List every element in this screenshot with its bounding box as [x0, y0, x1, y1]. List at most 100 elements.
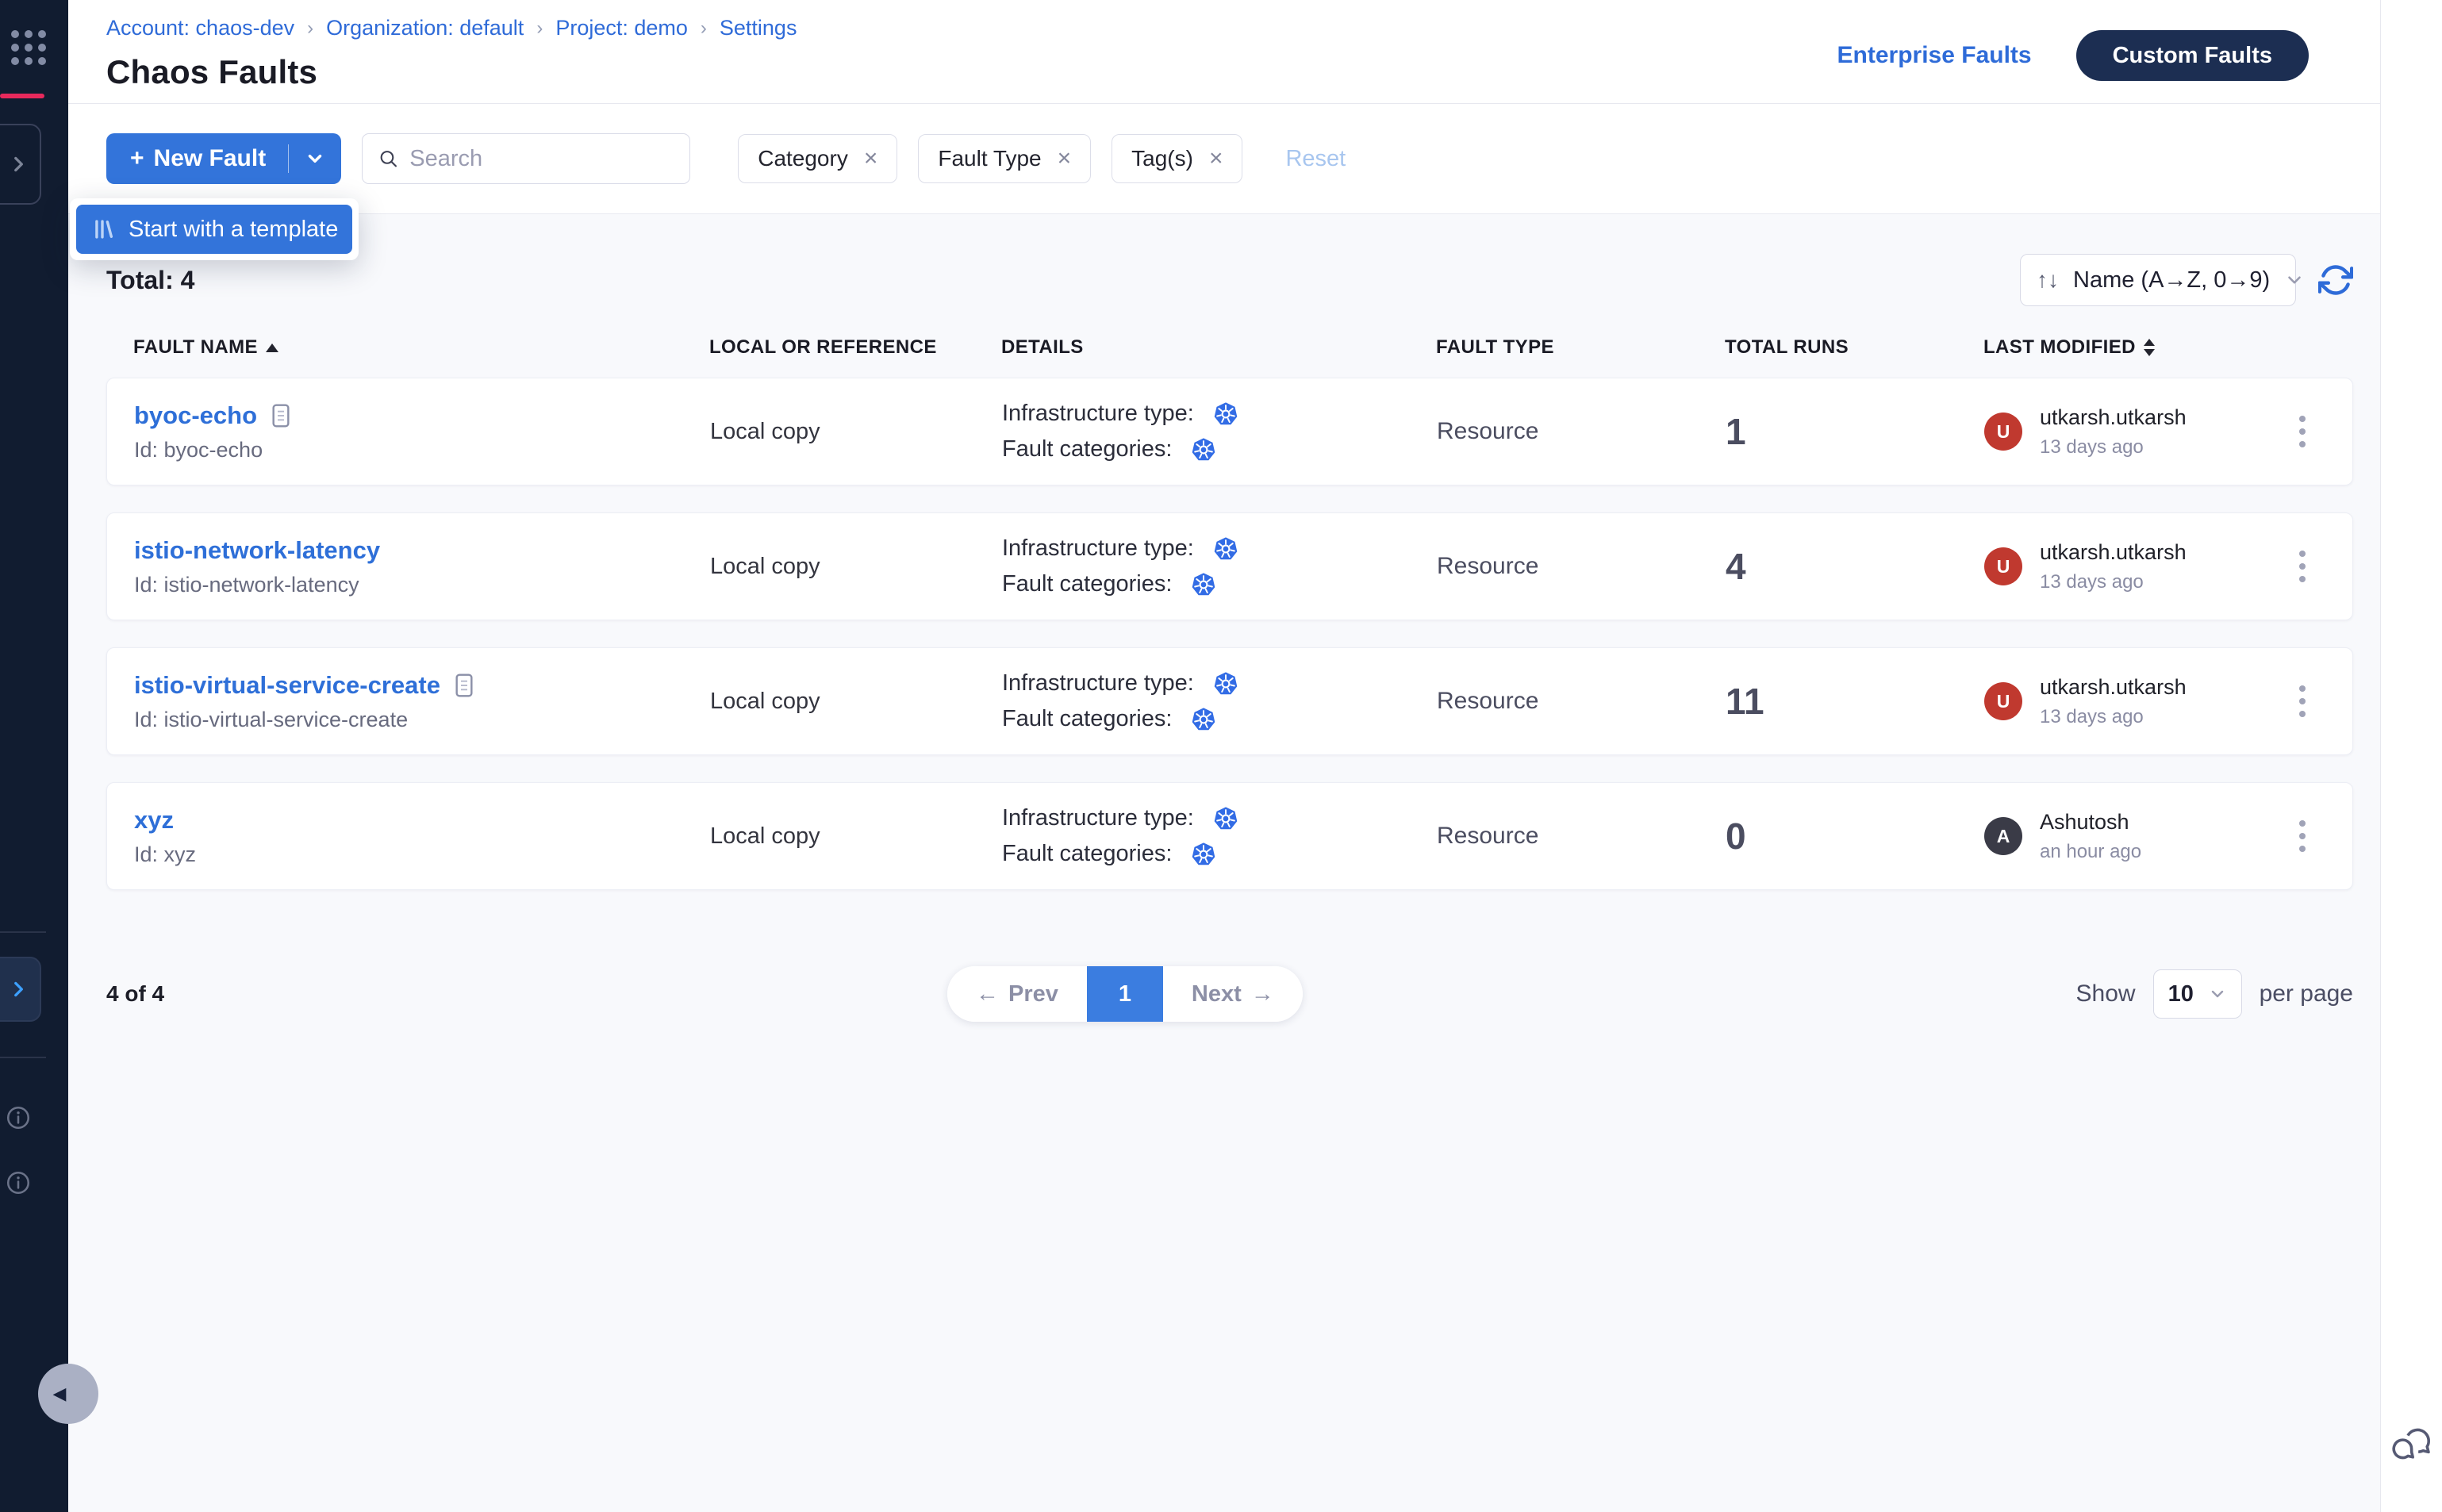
- active-module-indicator: [0, 94, 44, 98]
- column-fault-name[interactable]: FAULT NAME: [133, 336, 709, 359]
- page-size-select[interactable]: 10: [2153, 969, 2242, 1019]
- chevron-down-icon: [2208, 984, 2227, 1004]
- search-input[interactable]: [409, 146, 674, 172]
- local-or-reference-value: Local copy: [710, 689, 1002, 715]
- fault-id: Id: istio-virtual-service-create: [134, 708, 710, 732]
- fault-categories-label: Fault categories:: [1002, 436, 1172, 462]
- breadcrumb-organization-link[interactable]: Organization: default: [326, 16, 524, 40]
- info-icon[interactable]: [5, 1169, 32, 1196]
- table-row[interactable]: istio-network-latency Id: istio-network-…: [106, 512, 2353, 620]
- kubernetes-icon: [1213, 671, 1238, 697]
- fault-type-value: Resource: [1437, 418, 1726, 445]
- new-fault-dropdown-toggle[interactable]: [289, 133, 341, 184]
- total-runs-value: 0: [1726, 815, 1984, 858]
- enterprise-faults-link[interactable]: Enterprise Faults: [1837, 42, 2032, 69]
- breadcrumb-account-link[interactable]: Account: chaos-dev: [106, 16, 294, 40]
- close-icon[interactable]: ×: [1209, 147, 1223, 171]
- avatar: U: [1984, 413, 2022, 451]
- sidebar-collapse-handle[interactable]: ◀: [38, 1364, 98, 1424]
- avatar: U: [1984, 682, 2022, 720]
- filter-chip-label: Fault Type: [938, 146, 1041, 171]
- filter-chip-fault-type[interactable]: Fault Type ×: [918, 134, 1091, 183]
- fault-name-link[interactable]: istio-virtual-service-create: [134, 671, 440, 700]
- collapse-left-icon: ◀: [53, 1383, 67, 1404]
- local-or-reference-value: Local copy: [710, 419, 1002, 445]
- kebab-menu-button[interactable]: [2293, 814, 2312, 858]
- infrastructure-type-label: Infrastructure type:: [1002, 535, 1194, 562]
- fault-id: Id: byoc-echo: [134, 438, 710, 462]
- chevron-right-icon: [8, 154, 29, 175]
- kebab-menu-button[interactable]: [2293, 679, 2312, 723]
- kubernetes-icon: [1191, 437, 1216, 462]
- fault-categories-label: Fault categories:: [1002, 571, 1172, 597]
- filter-chip-category[interactable]: Category ×: [738, 134, 897, 183]
- fault-id: Id: xyz: [134, 842, 710, 867]
- total-runs-value: 11: [1726, 680, 1984, 723]
- fault-id: Id: istio-network-latency: [134, 573, 710, 597]
- breadcrumb-project-link[interactable]: Project: demo: [555, 16, 688, 40]
- chaos-faults-page: ◀ Account: chaos-dev › Organization: def…: [0, 0, 2442, 1512]
- sidebar-expand-button-active[interactable]: [0, 957, 41, 1022]
- filter-chip-label: Tag(s): [1131, 146, 1193, 171]
- close-icon[interactable]: ×: [864, 147, 878, 171]
- search-box[interactable]: [362, 133, 690, 184]
- toolbar: + New Fault Category × Fault Type ×: [68, 104, 2380, 214]
- table-row[interactable]: xyz Id: xyz Local copy Infrastructure ty…: [106, 782, 2353, 890]
- sort-selected-label: Name (A→Z, 0→9): [2073, 267, 2270, 294]
- fault-name-link[interactable]: istio-network-latency: [134, 536, 380, 565]
- kubernetes-icon: [1213, 806, 1238, 831]
- fault-list: byoc-echo Id: byoc-echo Local copy Infra…: [106, 378, 2353, 890]
- chat-bubbles-icon: [2390, 1428, 2434, 1469]
- total-count: Total: 4: [106, 266, 194, 295]
- custom-faults-button[interactable]: Custom Faults: [2076, 30, 2309, 81]
- modified-when: 13 days ago: [2040, 571, 2187, 593]
- sort-select[interactable]: ↑↓ Name (A→Z, 0→9): [2020, 254, 2296, 306]
- infrastructure-type-label: Infrastructure type:: [1002, 401, 1194, 427]
- module-switcher-icon[interactable]: [11, 30, 46, 65]
- description-icon: [270, 403, 292, 428]
- main-panel: Account: chaos-dev › Organization: defau…: [68, 0, 2380, 1512]
- modified-when: an hour ago: [2040, 841, 2141, 863]
- refresh-button[interactable]: [2318, 263, 2353, 297]
- breadcrumb-separator: ›: [536, 17, 543, 40]
- arrow-left-icon: ←: [976, 981, 999, 1007]
- menu-item-label: Start with a template: [129, 217, 338, 243]
- reset-filters-link[interactable]: Reset: [1285, 146, 1346, 172]
- total-runs-value: 4: [1726, 545, 1984, 588]
- table-row[interactable]: istio-virtual-service-create Id: istio-v…: [106, 647, 2353, 755]
- avatar: U: [1984, 547, 2022, 585]
- next-page-button[interactable]: Next →: [1163, 966, 1303, 1022]
- filter-chip-tags[interactable]: Tag(s) ×: [1112, 134, 1242, 183]
- filter-chip-label: Category: [758, 146, 848, 171]
- start-with-template-menu-item[interactable]: Start with a template: [76, 205, 352, 254]
- infrastructure-type-label: Infrastructure type:: [1002, 670, 1194, 697]
- per-page-label: per page: [2260, 980, 2353, 1007]
- kebab-menu-button[interactable]: [2293, 409, 2312, 454]
- breadcrumb-settings-link[interactable]: Settings: [720, 16, 797, 40]
- sort-both-icon: [2144, 339, 2155, 356]
- column-total-runs: TOTAL RUNS: [1725, 336, 1983, 359]
- arrow-right-icon: →: [1251, 981, 1274, 1007]
- table-row[interactable]: byoc-echo Id: byoc-echo Local copy Infra…: [106, 378, 2353, 485]
- chevron-down-icon: [2284, 270, 2305, 290]
- kebab-menu-button[interactable]: [2293, 544, 2312, 589]
- fault-name-link[interactable]: byoc-echo: [134, 401, 257, 430]
- column-local-or-reference: LOCAL OR REFERENCE: [709, 336, 1001, 359]
- kubernetes-icon: [1191, 707, 1216, 732]
- fault-name-link[interactable]: xyz: [134, 806, 174, 835]
- prev-page-button[interactable]: ← Prev: [947, 966, 1087, 1022]
- pager: ← Prev 1 Next →: [947, 966, 1303, 1022]
- info-icon[interactable]: [5, 1104, 32, 1131]
- new-fault-split-button[interactable]: + New Fault: [106, 133, 341, 184]
- current-page-button[interactable]: 1: [1087, 966, 1163, 1022]
- column-last-modified[interactable]: LAST MODIFIED: [1983, 336, 2280, 359]
- modified-by: utkarsh.utkarsh: [2040, 405, 2187, 430]
- content-right-divider: [2380, 0, 2381, 1512]
- help-chat-button[interactable]: [2390, 1428, 2434, 1469]
- sidebar-expand-button[interactable]: [0, 124, 41, 205]
- pagination-bar: 4 of 4 ← Prev 1 Next → Show 10: [106, 966, 2353, 1022]
- new-fault-button-label: New Fault: [154, 145, 267, 172]
- plus-icon: +: [130, 145, 144, 172]
- sort-ascending-icon: [266, 343, 278, 352]
- close-icon[interactable]: ×: [1058, 147, 1072, 171]
